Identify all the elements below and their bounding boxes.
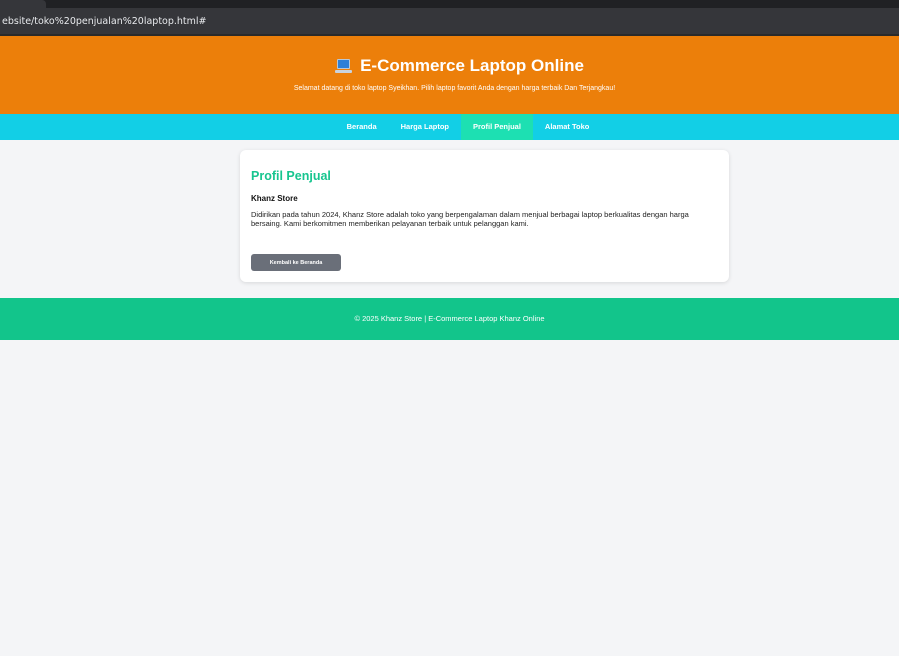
site-title-row: E-Commerce Laptop Online — [20, 36, 899, 76]
store-name: Khanz Store — [251, 194, 298, 203]
nav-item-harga-laptop[interactable]: Harga Laptop — [389, 114, 461, 140]
address-url[interactable]: ebsite/toko%20penjualan%20laptop.html# — [0, 16, 207, 27]
browser-tab[interactable] — [0, 0, 46, 8]
site-subtitle: Selamat datang di toko laptop Syeikhan. … — [293, 85, 616, 92]
profile-title: Profil Penjual — [251, 169, 331, 183]
profile-card: Profil Penjual Khanz Store Didirikan pad… — [240, 150, 729, 282]
browser-top-bar — [0, 0, 899, 8]
nav-item-alamat-toko[interactable]: Alamat Toko — [533, 114, 601, 140]
back-to-home-button[interactable]: Kembali ke Beranda — [251, 254, 341, 271]
address-bar[interactable]: ebsite/toko%20penjualan%20laptop.html# — [0, 8, 899, 36]
store-description: Didirikan pada tahun 2024, Khanz Store a… — [251, 210, 689, 228]
nav-item-profil-penjual[interactable]: Profil Penjual — [460, 114, 533, 140]
main-nav: Beranda Harga Laptop Profil Penjual Alam… — [0, 114, 899, 140]
site-header: E-Commerce Laptop Online Selamat datang … — [0, 36, 899, 114]
site-footer: © 2025 Khanz Store | E-Commerce Laptop K… — [0, 298, 899, 340]
laptop-icon — [335, 59, 353, 73]
site-title: E-Commerce Laptop Online — [360, 56, 584, 75]
footer-text: © 2025 Khanz Store | E-Commerce Laptop K… — [354, 314, 545, 323]
nav-item-beranda[interactable]: Beranda — [335, 114, 389, 140]
main-content: Profil Penjual Khanz Store Didirikan pad… — [0, 140, 899, 298]
